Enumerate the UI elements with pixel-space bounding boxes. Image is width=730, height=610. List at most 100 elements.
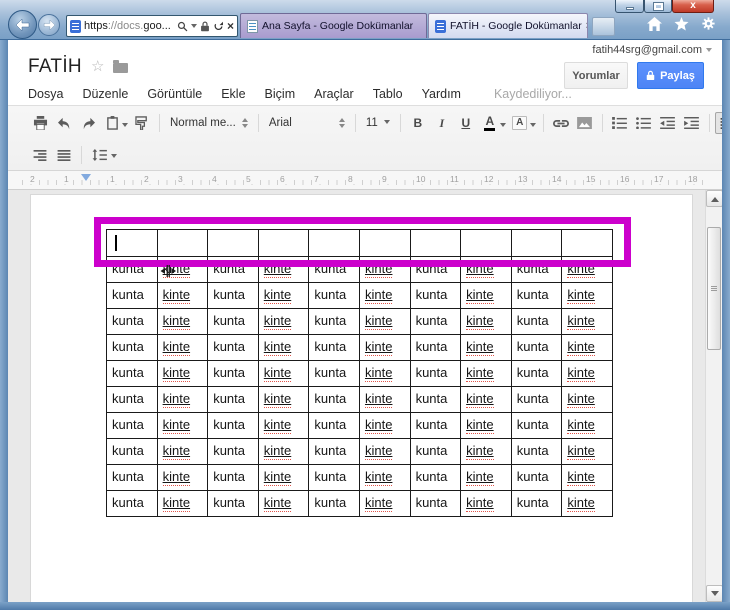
- maximize-button[interactable]: [644, 0, 672, 13]
- table-cell[interactable]: kunta: [309, 465, 360, 491]
- table-cell[interactable]: kinte: [157, 309, 209, 335]
- highlight-dropdown-icon[interactable]: [529, 122, 536, 130]
- table-cell[interactable]: kunta: [107, 335, 158, 361]
- table-cell[interactable]: kunta: [511, 465, 563, 491]
- close-button[interactable]: x: [672, 0, 714, 13]
- table-cell[interactable]: kunta: [309, 283, 360, 309]
- underline-button[interactable]: U: [454, 112, 478, 134]
- table-cell[interactable]: kinte: [562, 283, 613, 309]
- scrollbar-up-button[interactable]: [706, 190, 722, 207]
- paste-button[interactable]: [100, 112, 124, 134]
- font-dropdown[interactable]: Arial: [264, 112, 350, 134]
- undo-button[interactable]: [52, 112, 76, 134]
- table-cell[interactable]: kinte: [562, 439, 613, 465]
- table-cell[interactable]: kinte: [359, 361, 411, 387]
- table-cell[interactable]: kinte: [258, 283, 310, 309]
- table-cell[interactable]: kunta: [309, 413, 360, 439]
- table-cell[interactable]: kinte: [461, 335, 512, 361]
- tab-close-icon[interactable]: ×: [586, 20, 587, 32]
- table-cell[interactable]: kunta: [511, 309, 563, 335]
- minimize-button[interactable]: [615, 0, 644, 13]
- table-cell[interactable]: kinte: [461, 387, 512, 413]
- table-cell[interactable]: kunta: [208, 335, 259, 361]
- table-cell[interactable]: kinte: [157, 439, 209, 465]
- justify-button[interactable]: [52, 144, 76, 166]
- table-cell[interactable]: kunta: [511, 361, 563, 387]
- table-cell[interactable]: kinte: [359, 491, 411, 517]
- table-cell[interactable]: kinte: [157, 413, 209, 439]
- table-cell[interactable]: kunta: [511, 413, 563, 439]
- table-cell[interactable]: kinte: [562, 309, 613, 335]
- document-title[interactable]: FATİH: [28, 56, 82, 78]
- table-cell[interactable]: kunta: [410, 283, 462, 309]
- favorites-star-icon[interactable]: [674, 16, 689, 31]
- insert-link-button[interactable]: [549, 112, 573, 134]
- table-cell[interactable]: kunta: [410, 491, 462, 517]
- table-cell[interactable]: kinte: [359, 413, 411, 439]
- table-cell[interactable]: kunta: [410, 361, 462, 387]
- table-cell[interactable]: kunta: [208, 491, 259, 517]
- table-cell[interactable]: kinte: [562, 361, 613, 387]
- text-color-button[interactable]: A: [478, 112, 502, 134]
- table-cell[interactable]: kinte: [258, 309, 310, 335]
- table-cell[interactable]: kinte: [258, 491, 310, 517]
- table-cell[interactable]: kunta: [208, 283, 259, 309]
- paste-dropdown-icon[interactable]: [122, 122, 128, 130]
- home-icon[interactable]: [647, 16, 662, 31]
- menu-yardım[interactable]: Yardım: [422, 87, 461, 101]
- table-cell[interactable]: kunta: [107, 491, 158, 517]
- scrollbar-down-button[interactable]: [706, 585, 722, 602]
- table-cell[interactable]: kinte: [562, 335, 613, 361]
- table-cell[interactable]: kinte: [157, 283, 209, 309]
- table-cell[interactable]: kunta: [309, 439, 360, 465]
- font-size-dropdown[interactable]: 11: [361, 112, 395, 134]
- search-icon[interactable]: [177, 21, 188, 32]
- table-cell[interactable]: kinte: [359, 465, 411, 491]
- stop-icon[interactable]: ×: [227, 20, 234, 32]
- menu-görüntüle[interactable]: Görüntüle: [147, 87, 202, 101]
- account-menu[interactable]: fatih44srg@gmail.com: [592, 44, 712, 56]
- line-spacing-button[interactable]: [87, 144, 111, 166]
- table-cell[interactable]: kinte: [461, 309, 512, 335]
- table-cell[interactable]: kunta: [208, 309, 259, 335]
- decrease-indent-button[interactable]: [656, 112, 680, 134]
- redo-button[interactable]: [76, 112, 100, 134]
- menu-tablo[interactable]: Tablo: [373, 87, 403, 101]
- address-bar[interactable]: https://docs.goo... ×: [66, 15, 238, 37]
- table-cell[interactable]: kinte: [258, 465, 310, 491]
- table-cell[interactable]: kunta: [208, 413, 259, 439]
- tab-ana-sayfa[interactable]: Ana Sayfa - Google Dokümanlar: [240, 13, 427, 38]
- numbered-list-button[interactable]: [608, 112, 632, 134]
- comments-button[interactable]: Yorumlar: [564, 62, 628, 89]
- table-cell[interactable]: kunta: [208, 465, 259, 491]
- table-cell[interactable]: kunta: [309, 387, 360, 413]
- table-cell[interactable]: kunta: [511, 439, 563, 465]
- table-cell[interactable]: kinte: [157, 335, 209, 361]
- table-cell[interactable]: kunta: [107, 439, 158, 465]
- table-cell[interactable]: kinte: [258, 335, 310, 361]
- text-color-dropdown-icon[interactable]: [499, 122, 506, 130]
- table-cell[interactable]: kinte: [157, 491, 209, 517]
- table-cell[interactable]: kinte: [359, 387, 411, 413]
- table-cell[interactable]: kunta: [107, 283, 158, 309]
- table-cell[interactable]: kinte: [157, 465, 209, 491]
- left-margin-marker[interactable]: [81, 174, 91, 186]
- search-dropdown-icon[interactable]: [190, 24, 197, 31]
- table-cell[interactable]: kunta: [511, 335, 563, 361]
- bulleted-list-button[interactable]: [632, 112, 656, 134]
- folder-icon[interactable]: [113, 60, 129, 73]
- share-button[interactable]: Paylaş: [637, 62, 704, 89]
- bold-button[interactable]: B: [406, 112, 430, 134]
- table-cell[interactable]: kinte: [157, 361, 209, 387]
- table-cell[interactable]: kinte: [359, 283, 411, 309]
- menu-ekle[interactable]: Ekle: [221, 87, 245, 101]
- table-cell[interactable]: kinte: [461, 465, 512, 491]
- menu-biçim[interactable]: Biçim: [265, 87, 296, 101]
- menu-düzenle[interactable]: Düzenle: [82, 87, 128, 101]
- table-cell[interactable]: kinte: [258, 439, 310, 465]
- tab-fatih[interactable]: FATİH - Google Dokümanlar ×: [428, 13, 588, 38]
- table-cell[interactable]: kunta: [410, 387, 462, 413]
- table-cell[interactable]: kunta: [410, 439, 462, 465]
- increase-indent-button[interactable]: [680, 112, 704, 134]
- print-button[interactable]: [28, 112, 52, 134]
